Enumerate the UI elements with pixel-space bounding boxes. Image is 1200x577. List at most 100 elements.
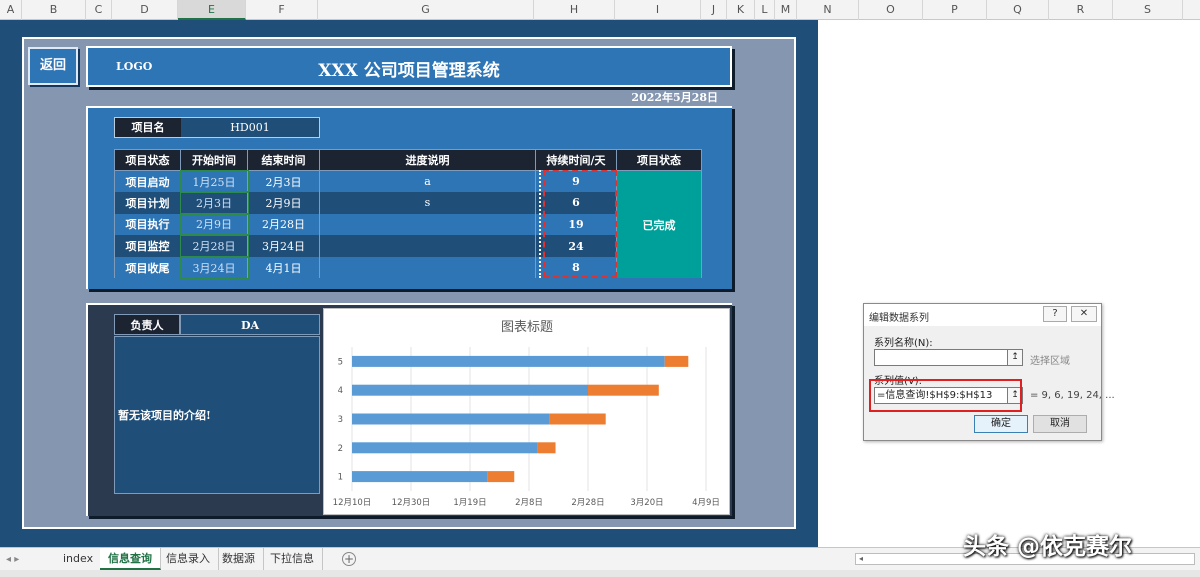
x-tick-label: 4月9日: [692, 498, 720, 508]
table-row: 项目启动 1月25日 2月3日 a 9 已完成: [114, 169, 702, 279]
x-tick-label: 12月30日: [392, 498, 431, 508]
bar-start-offset: [352, 413, 550, 425]
phase-cell[interactable]: 项目启动: [114, 170, 181, 193]
phase-cell[interactable]: 项目执行: [114, 213, 181, 236]
ok-button[interactable]: 确定: [974, 415, 1028, 433]
close-icon[interactable]: ✕: [1071, 306, 1097, 322]
column-header-F[interactable]: F: [246, 0, 318, 20]
phase-cell[interactable]: 项目监控: [114, 235, 181, 257]
series-name-label: 系列名称(N):: [874, 338, 933, 349]
table-row: 项目监控 2月28日 3月24日 24: [114, 234, 702, 258]
project-intro-text: 暂无该项目的介绍!: [118, 409, 211, 422]
help-icon[interactable]: ?: [1043, 306, 1067, 322]
header-duration: 持续时间/天: [535, 149, 617, 171]
project-name-value[interactable]: HD001: [181, 118, 319, 137]
sheet-tab-index[interactable]: index: [55, 548, 103, 570]
end-cell[interactable]: 2月9日: [247, 192, 320, 214]
start-cell[interactable]: 2月3日: [179, 191, 249, 215]
bar-duration: [664, 355, 689, 367]
note-cell[interactable]: a: [319, 170, 536, 193]
column-header-C[interactable]: C: [86, 0, 112, 20]
duration-cell[interactable]: 9: [535, 170, 617, 193]
column-header-E[interactable]: E: [178, 0, 246, 20]
owner-field: 负责人 DA: [114, 314, 320, 335]
sheet-tab-info-query[interactable]: 信息查询: [100, 548, 161, 570]
column-header-Q[interactable]: Q: [987, 0, 1049, 20]
column-header-B[interactable]: B: [22, 0, 86, 20]
end-cell[interactable]: 4月1日: [247, 256, 320, 279]
column-header-D[interactable]: D: [112, 0, 178, 20]
end-cell[interactable]: 2月3日: [247, 170, 320, 193]
series-values-preview: = 9, 6, 19, 24, ...: [1030, 390, 1115, 401]
column-header-S[interactable]: S: [1113, 0, 1183, 20]
project-table: 项目状态 开始时间 结束时间 进度说明 持续时间/天 项目状态 项目启动 1月2…: [114, 149, 702, 280]
bar-duration: [537, 442, 556, 454]
start-cell[interactable]: 3月24日: [179, 255, 249, 280]
y-tick-label: 3: [338, 415, 343, 425]
column-header-L[interactable]: L: [755, 0, 775, 20]
tab-scroll-arrows[interactable]: ◂ ▸: [6, 554, 19, 565]
table-row: 项目计划 2月3日 2月9日 s 6: [114, 191, 702, 215]
end-cell[interactable]: 3月24日: [247, 235, 320, 257]
header-phase: 项目状态: [114, 149, 181, 171]
column-header-P[interactable]: P: [923, 0, 987, 20]
series-values-input[interactable]: =信息查询!$H$9:$H$13: [874, 387, 1008, 404]
bar-duration: [588, 384, 659, 396]
note-cell[interactable]: s: [319, 192, 536, 214]
header-start: 开始时间: [180, 149, 248, 171]
note-cell[interactable]: [319, 256, 536, 279]
start-cell[interactable]: 2月9日: [179, 212, 249, 237]
collapse-dialog-icon[interactable]: ↥: [1007, 349, 1023, 366]
watermark: 头条 @依克赛尔: [963, 534, 1133, 560]
column-header-O[interactable]: O: [859, 0, 923, 20]
column-header-A[interactable]: A: [0, 0, 22, 20]
back-button[interactable]: 返回: [28, 47, 78, 85]
edit-series-dialog: 编辑数据系列 ? ✕ 系列名称(N): ↥ 选择区域 系列值(V): =信息查询…: [863, 303, 1115, 441]
sheet-tab-dropdown[interactable]: 下拉信息: [262, 548, 323, 570]
sheet-tab-data-source[interactable]: 数据源: [214, 548, 264, 570]
duration-cell[interactable]: 6: [535, 192, 617, 214]
y-tick-label: 2: [338, 444, 343, 454]
column-header-H[interactable]: H: [534, 0, 615, 20]
phase-cell[interactable]: 项目计划: [114, 192, 181, 214]
note-cell[interactable]: [319, 213, 536, 236]
duration-cell[interactable]: 24: [535, 235, 617, 257]
column-header-J[interactable]: J: [701, 0, 727, 20]
owner-label: 负责人: [114, 314, 180, 335]
empty-grid-area[interactable]: [818, 20, 1200, 547]
table-row: 项目收尾 3月24日 4月1日 8: [114, 255, 702, 280]
project-intro[interactable]: 暂无该项目的介绍!: [114, 336, 320, 494]
cancel-button[interactable]: 取消: [1033, 415, 1087, 433]
page-title: XXX 公司项目管理系统: [318, 61, 500, 81]
add-sheet-icon[interactable]: +: [342, 552, 356, 566]
series-name-hint: 选择区域: [1030, 356, 1070, 367]
project-name-field: 项目名 HD001: [114, 117, 320, 138]
bar-duration: [549, 413, 606, 425]
series-name-input[interactable]: [874, 349, 1008, 366]
start-cell[interactable]: 2月28日: [179, 234, 249, 258]
status-bar: [0, 570, 1200, 577]
scroll-left-icon[interactable]: ◂: [856, 554, 866, 564]
column-header-M[interactable]: M: [775, 0, 797, 20]
column-header-R[interactable]: R: [1049, 0, 1113, 20]
note-cell[interactable]: [319, 235, 536, 257]
end-cell[interactable]: 2月28日: [247, 213, 320, 236]
project-name-label: 项目名: [115, 118, 181, 137]
column-header-K[interactable]: K: [727, 0, 755, 20]
dialog-titlebar[interactable]: 编辑数据系列 ? ✕: [864, 304, 1101, 326]
duration-cell[interactable]: 19: [535, 213, 617, 236]
gantt-chart[interactable]: 图表标题 12月10日 12月30日 1月19日 2月8日 2月28日 3月20日 4月9日 1…: [323, 308, 730, 515]
duration-cell[interactable]: 8: [535, 256, 617, 279]
column-header-I[interactable]: I: [615, 0, 701, 20]
status-cell[interactable]: 已完成: [616, 170, 702, 279]
header-note: 进度说明: [319, 149, 536, 171]
column-header-G[interactable]: G: [318, 0, 534, 20]
phase-cell[interactable]: 项目收尾: [114, 256, 181, 279]
sheet-tab-info-entry[interactable]: 信息录入: [158, 548, 219, 570]
owner-value[interactable]: DA: [180, 314, 320, 335]
collapse-dialog-icon[interactable]: ↥: [1007, 387, 1023, 404]
column-header-N[interactable]: N: [797, 0, 859, 20]
start-cell[interactable]: 1月25日: [179, 169, 249, 194]
y-tick-label: 5: [338, 357, 343, 367]
chart-title: 图表标题: [501, 320, 553, 335]
